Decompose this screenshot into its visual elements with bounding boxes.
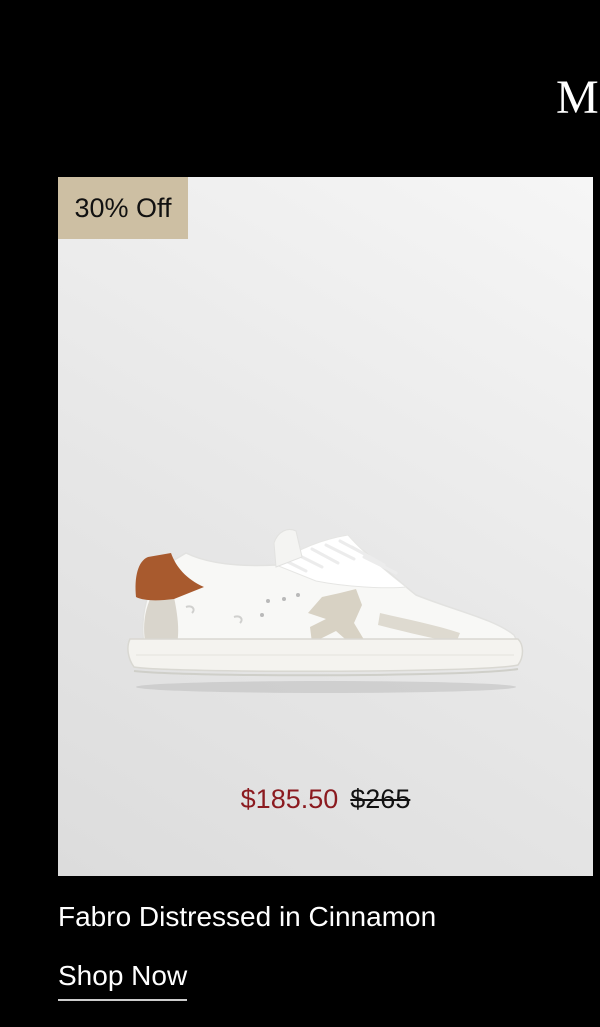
product-image[interactable]: [126, 527, 526, 697]
original-price: $265: [350, 784, 411, 814]
brand-logo-partial[interactable]: M: [556, 70, 600, 126]
discount-badge: 30% Off: [58, 177, 188, 239]
sale-price: $185.50: [240, 784, 339, 814]
price-row: $185.50 $265: [58, 779, 593, 819]
product-name[interactable]: Fabro Distressed in Cinnamon: [58, 898, 436, 936]
product-card[interactable]: 30% Off $185.50 $265: [58, 177, 593, 876]
shop-now-link[interactable]: Shop Now: [58, 957, 188, 1001]
